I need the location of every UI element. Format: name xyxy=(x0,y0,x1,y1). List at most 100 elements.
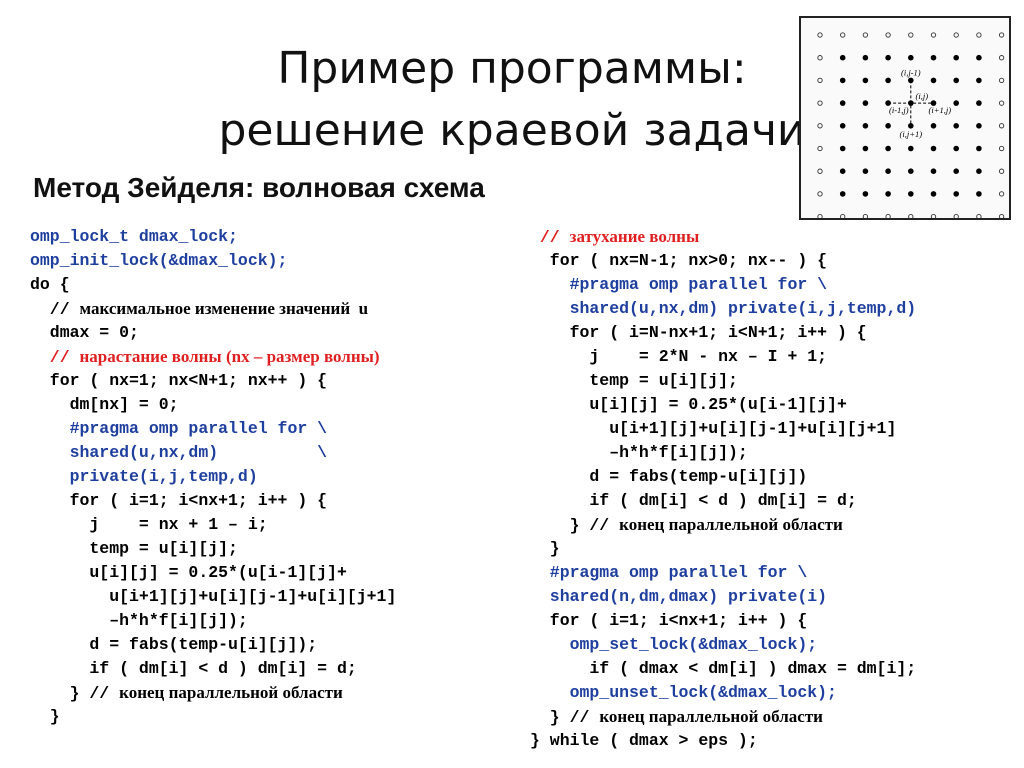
code-prefix: } // xyxy=(530,708,600,727)
boundary-node xyxy=(817,55,823,61)
interior-node xyxy=(953,145,959,152)
code-line: } // конец параллельной области xyxy=(30,681,396,705)
code-line: shared(n,dm,dmax) private(i) xyxy=(530,585,916,609)
code-text: temp = u[i][j]; xyxy=(30,539,238,558)
code-text: omp_unset_lock(&dmax_lock); xyxy=(530,683,837,702)
interior-node xyxy=(885,168,891,174)
code-text: j = 2*N - nx – I + 1; xyxy=(530,347,828,366)
code-line: } xyxy=(530,537,916,561)
interior-node xyxy=(930,54,937,61)
interior-node xyxy=(862,145,869,152)
code-text: for ( i=1; i<nx+1; i++ ) { xyxy=(30,491,328,510)
interior-node xyxy=(839,54,846,61)
interior-node xyxy=(930,123,937,129)
code-line: shared(u,nx,dm) private(i,j,temp,d) xyxy=(530,297,917,321)
stencil-label-center: (i,j) xyxy=(916,91,929,101)
boundary-node xyxy=(998,55,1005,61)
boundary-node xyxy=(840,213,846,218)
code-comment: максимальное изменение значений u xyxy=(79,299,369,318)
code-line: u[i+1][j]+u[i][j-1]+u[i][j+1] xyxy=(530,417,916,441)
interior-node xyxy=(953,54,959,61)
interior-node xyxy=(862,77,869,84)
code-line: for ( nx=N-1; nx>0; nx-- ) { xyxy=(530,249,916,273)
code-line: dm[nx] = 0; xyxy=(30,393,396,417)
code-block-left: omp_lock_t dmax_lock; omp_init_lock(&dmax… xyxy=(30,225,396,729)
boundary-node xyxy=(976,32,982,38)
boundary-node xyxy=(930,213,937,218)
code-block-right: // затухание волны for ( nx=N-1; nx>0; n… xyxy=(530,225,916,753)
interior-node xyxy=(976,100,982,106)
interior-node xyxy=(908,54,914,61)
boundary-node xyxy=(953,213,959,218)
code-line: #pragma omp parallel for \ xyxy=(530,561,916,585)
code-text: #pragma omp parallel for \ xyxy=(530,563,808,582)
code-text: for ( nx=N-1; nx>0; nx-- ) { xyxy=(530,251,828,270)
code-prefix: // xyxy=(30,348,80,367)
code-line: –h*h*f[i][j]); xyxy=(530,441,916,465)
boundary-node xyxy=(998,145,1005,152)
boundary-node xyxy=(998,100,1005,106)
interior-node xyxy=(930,77,937,84)
code-line: for ( i=1; i<nx+1; i++ ) { xyxy=(30,489,396,513)
boundary-node xyxy=(817,77,823,84)
interior-node xyxy=(953,168,959,174)
code-prefix: // xyxy=(530,228,570,247)
code-line: } // конец параллельной области xyxy=(530,513,916,537)
boundary-node xyxy=(885,213,891,218)
boundary-node xyxy=(840,32,846,38)
code-line: dmax = 0; xyxy=(30,321,396,345)
boundary-node xyxy=(817,145,823,152)
interior-node xyxy=(862,123,869,129)
code-line: if ( dmax < dm[i] ) dmax = dm[i]; xyxy=(530,657,916,681)
code-comment: конец параллельной области xyxy=(619,515,843,534)
code-text: if ( dmax < dm[i] ) dmax = dm[i]; xyxy=(530,659,917,678)
code-text: do { xyxy=(30,275,70,294)
code-text: for ( nx=1; nx<N+1; nx++ ) { xyxy=(30,371,328,390)
code-line: do { xyxy=(30,273,396,297)
interior-node xyxy=(976,54,982,61)
interior-node xyxy=(930,191,937,197)
interior-node xyxy=(839,145,846,152)
code-text: temp = u[i][j]; xyxy=(530,371,738,390)
boundary-node xyxy=(998,168,1005,174)
boundary-node xyxy=(998,77,1005,84)
code-line: omp_set_lock(&dmax_lock); xyxy=(530,633,916,657)
interior-node xyxy=(839,123,846,129)
boundary-node xyxy=(817,213,823,218)
code-line: for ( i=1; i<nx+1; i++ ) { xyxy=(530,609,916,633)
boundary-node xyxy=(976,213,982,218)
interior-node xyxy=(839,191,846,197)
code-text: shared(u,nx,dm) \ xyxy=(30,443,328,462)
code-line: // затухание волны xyxy=(530,225,916,249)
interior-node xyxy=(885,145,891,152)
boundary-node xyxy=(817,100,823,106)
interior-node xyxy=(953,100,959,106)
boundary-node xyxy=(862,213,869,218)
stencil-label-left: (i-1,j) xyxy=(889,105,909,115)
boundary-node xyxy=(817,123,823,129)
code-line: –h*h*f[i][j]); xyxy=(30,609,396,633)
code-line: u[i+1][j]+u[i][j-1]+u[i][j+1] xyxy=(30,585,396,609)
boundary-node xyxy=(998,32,1005,38)
interior-node xyxy=(839,100,846,106)
interior-node xyxy=(953,191,959,197)
boundary-node xyxy=(998,191,1005,197)
code-text: u[i+1][j]+u[i][j-1]+u[i][j+1] xyxy=(30,587,397,606)
code-line: private(i,j,temp,d) xyxy=(30,465,396,489)
code-line: } xyxy=(30,705,396,729)
boundary-node xyxy=(998,123,1005,129)
boundary-node xyxy=(930,32,937,38)
interior-node xyxy=(930,145,937,152)
code-text: shared(n,dm,dmax) private(i) xyxy=(530,587,828,606)
code-line: shared(u,nx,dm) \ xyxy=(30,441,396,465)
boundary-node xyxy=(817,191,823,197)
code-line: omp_unset_lock(&dmax_lock); xyxy=(530,681,916,705)
stencil-label-top: (i,j-1) xyxy=(901,67,921,77)
code-text: #pragma omp parallel for \ xyxy=(30,419,328,438)
code-text: omp_lock_t dmax_lock; xyxy=(30,227,238,246)
code-line: // максимальное изменение значений u xyxy=(30,297,396,321)
code-line: } // конец параллельной области xyxy=(530,705,916,729)
code-text: } xyxy=(30,707,60,726)
code-comment: конец параллельной области xyxy=(119,683,343,702)
code-text: omp_set_lock(&dmax_lock); xyxy=(530,635,818,654)
